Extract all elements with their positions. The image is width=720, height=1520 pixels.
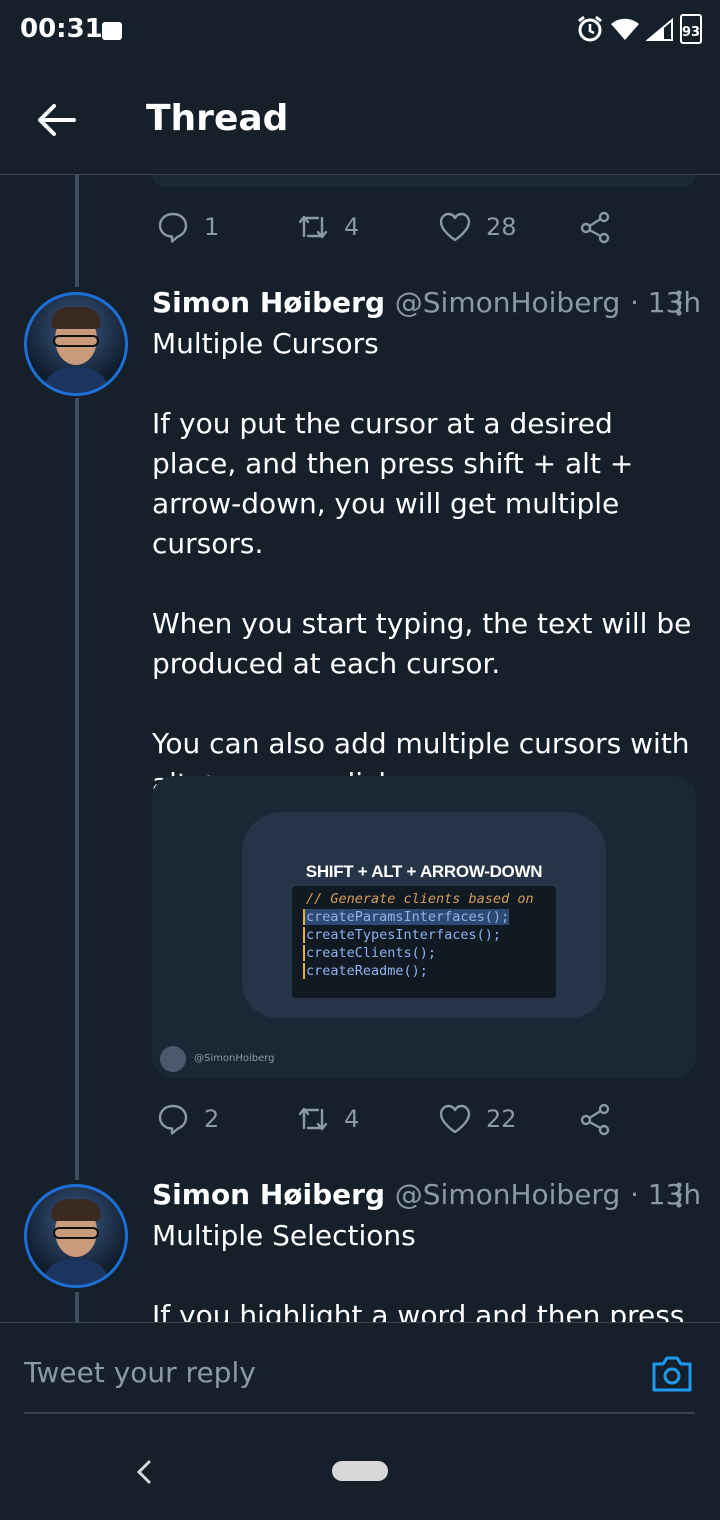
tweet-time: · 13h bbox=[629, 1178, 702, 1211]
code-snippet: // Generate clients based on createParam… bbox=[292, 886, 556, 998]
share-icon bbox=[580, 1103, 610, 1136]
tweet-paragraph: When you start typing, the text will be … bbox=[152, 607, 692, 680]
alarm-icon bbox=[578, 15, 602, 42]
tweet-paragraph: Multiple Cursors bbox=[152, 327, 379, 360]
author-name: Simon Høiberg bbox=[152, 1178, 386, 1211]
signal-icon bbox=[646, 17, 673, 41]
reply-underline bbox=[24, 1412, 695, 1414]
media-credit: @SimonHoiberg bbox=[194, 1053, 275, 1064]
code-line: createTypesInterfaces(); bbox=[303, 927, 502, 943]
retweet-icon bbox=[298, 1107, 328, 1131]
tweet-author[interactable]: Simon Høiberg @SimonHoiberg · 13h bbox=[152, 286, 701, 319]
thread-line-bottom bbox=[75, 1292, 79, 1324]
previous-media-edge bbox=[152, 175, 696, 187]
image-notification-icon bbox=[102, 22, 122, 40]
more-icon[interactable] bbox=[672, 288, 686, 318]
like-button[interactable]: 22 bbox=[438, 1102, 517, 1136]
battery-level: 93 bbox=[682, 25, 701, 40]
tweet-paragraph: If you put the cursor at a desired place… bbox=[152, 407, 634, 560]
thread-line-middle bbox=[75, 398, 79, 1180]
page-title: Thread bbox=[146, 98, 289, 139]
battery-icon: 93 bbox=[680, 14, 702, 44]
reply-button[interactable]: 2 bbox=[156, 1102, 219, 1136]
like-button[interactable]: 28 bbox=[438, 210, 517, 244]
camera-icon[interactable] bbox=[650, 1354, 694, 1394]
tweet-paragraph: Multiple Selections bbox=[152, 1219, 416, 1252]
more-icon[interactable] bbox=[672, 1180, 686, 1210]
retweet-button[interactable]: 4 bbox=[296, 1102, 359, 1136]
author-handle: @SimonHoiberg bbox=[394, 286, 621, 319]
avatar[interactable] bbox=[24, 292, 128, 396]
author-name: Simon Høiberg bbox=[152, 286, 386, 319]
reply-icon bbox=[158, 212, 188, 243]
share-button[interactable] bbox=[578, 210, 612, 244]
status-icons: 93 bbox=[576, 14, 702, 44]
retweet-count: 4 bbox=[344, 213, 360, 241]
retweet-button[interactable]: 4 bbox=[296, 210, 359, 244]
nav-back-icon[interactable] bbox=[134, 1458, 154, 1486]
status-time: 00:31 bbox=[20, 14, 103, 44]
reply-input[interactable]: Tweet your reply bbox=[24, 1356, 256, 1389]
tweet-time: · 13h bbox=[629, 286, 702, 319]
like-icon bbox=[439, 212, 471, 242]
share-icon bbox=[580, 211, 610, 244]
nav-home-pill[interactable] bbox=[332, 1461, 388, 1481]
code-line: createReadme(); bbox=[303, 963, 428, 979]
code-line: createClients(); bbox=[303, 945, 437, 961]
media-title: SHIFT + ALT + ARROW-DOWN bbox=[305, 862, 543, 881]
avatar[interactable] bbox=[24, 1184, 128, 1288]
thread-line-top bbox=[75, 175, 79, 287]
tweet-media-image[interactable]: SHIFT + ALT + ARROW-DOWN // Generate cli… bbox=[152, 776, 696, 1078]
tweet-text: Multiple Selections If you highlight a w… bbox=[152, 1216, 700, 1336]
retweet-icon bbox=[298, 215, 328, 239]
like-count: 28 bbox=[486, 213, 517, 241]
wifi-icon bbox=[611, 18, 639, 40]
back-arrow-icon[interactable] bbox=[30, 96, 82, 144]
retweet-count: 4 bbox=[344, 1105, 360, 1133]
code-line: createParamsInterfaces(); bbox=[303, 909, 510, 925]
reply-button[interactable]: 1 bbox=[156, 210, 219, 244]
reply-count: 1 bbox=[204, 213, 220, 241]
code-line: // Generate clients based on bbox=[306, 891, 534, 907]
tweet-text: Multiple Cursors If you put the cursor a… bbox=[152, 324, 700, 804]
reply-icon bbox=[158, 1104, 188, 1135]
share-button[interactable] bbox=[578, 1102, 612, 1136]
author-handle: @SimonHoiberg bbox=[394, 1178, 621, 1211]
like-count: 22 bbox=[486, 1105, 517, 1133]
like-icon bbox=[439, 1104, 471, 1134]
tweet-author[interactable]: Simon Høiberg @SimonHoiberg · 13h bbox=[152, 1178, 701, 1211]
media-credit-avatar bbox=[160, 1046, 186, 1072]
reply-count: 2 bbox=[204, 1105, 220, 1133]
